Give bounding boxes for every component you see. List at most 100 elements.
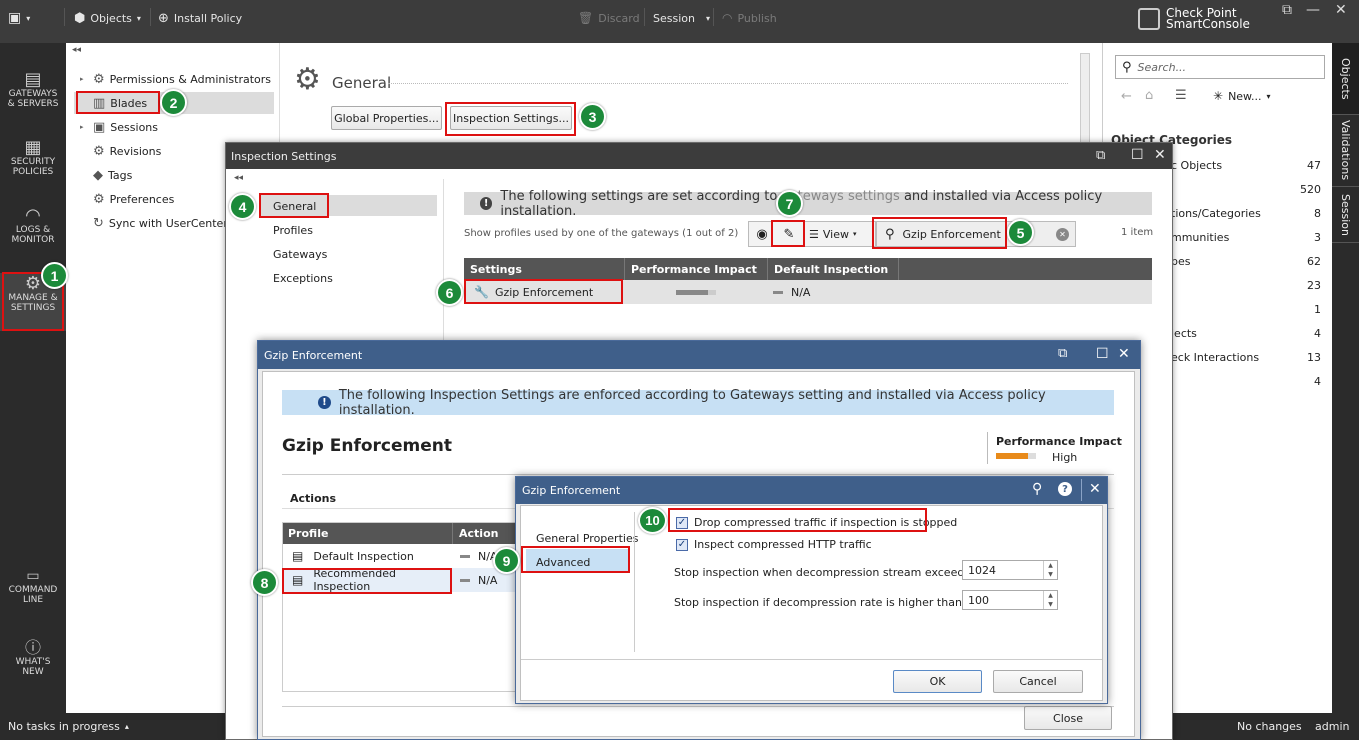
info-icon: ! [480, 197, 493, 210]
nav-profiles[interactable]: Profiles [273, 224, 313, 237]
sync-icon: ↻ [93, 215, 104, 231]
maximize-icon[interactable]: ☐ [1096, 346, 1109, 362]
restore-window-icon[interactable]: ⧉ [1282, 2, 1292, 18]
list-view-icon[interactable]: ☰ [1175, 88, 1187, 103]
category-count: 1 [1314, 303, 1321, 316]
dialog-title: Gzip Enforcement [264, 349, 363, 362]
help-icon[interactable]: ? [1058, 482, 1072, 496]
dialog-title: Gzip Enforcement [522, 484, 621, 497]
category-count: 520 [1300, 183, 1321, 196]
spin-down-icon[interactable]: ▼ [1048, 571, 1053, 578]
tab-validations[interactable]: Validations [1332, 115, 1359, 187]
highlight-gzip-row [464, 279, 623, 304]
callout-badge-3: 3 [579, 103, 606, 130]
callout-badge-2: 2 [160, 89, 187, 116]
collapse-panel-icon[interactable]: ◂◂ [72, 45, 81, 55]
nav-gateways[interactable]: Gateways [273, 248, 327, 261]
publish-icon: ◠ [722, 11, 733, 25]
stream-limit-label: Stop inspection when decompression strea… [674, 566, 1001, 579]
dialog-title-bar: Gzip Enforcement ⚲ ? ✕ [516, 477, 1107, 504]
tree-item-sessions[interactable]: ▸ ▣ Sessions [80, 117, 158, 137]
spin-up-icon[interactable]: ▲ [1048, 562, 1053, 569]
dialog-title-bar: Gzip Enforcement ⧉ ☐ ✕ [258, 341, 1140, 369]
highlight-general [259, 193, 329, 218]
stream-limit-stepper[interactable]: 1024 ▲ ▼ [962, 560, 1058, 580]
tree-item-preferences[interactable]: ⚙ Preferences [80, 189, 174, 209]
gear-icon: ⚙ [93, 71, 105, 87]
gear-large-icon: ⚙ [294, 62, 321, 97]
tasks-status[interactable]: No tasks in progress ▴ [8, 720, 129, 733]
tab-objects[interactable]: Objects [1332, 43, 1359, 115]
install-policy-button[interactable]: ⊕ Install Policy [158, 9, 242, 27]
spin-up-icon[interactable]: ▲ [1048, 592, 1053, 599]
nav-exceptions[interactable]: Exceptions [273, 272, 333, 285]
rate-limit-label: Stop inspection if decompression rate is… [674, 596, 966, 609]
tab-session[interactable]: Session [1332, 187, 1359, 243]
clear-search-icon[interactable]: ✕ [1056, 227, 1069, 241]
home-icon[interactable]: ⌂ [1145, 88, 1153, 103]
app-menu-button[interactable]: ▣ ▾ [8, 9, 30, 27]
restore-icon[interactable]: ⧉ [1058, 346, 1067, 361]
search-icon[interactable]: ⚲ [1032, 481, 1042, 497]
app-menu-icon: ▣ [8, 10, 22, 26]
nav-command-line[interactable]: ▭ COMMAND LINE [0, 569, 66, 605]
tree-item-sync-usercenter[interactable]: ↻ Sync with UserCenter [80, 213, 228, 233]
scrollbar[interactable] [1080, 53, 1090, 153]
publish-button[interactable]: ◠ Publish [722, 9, 777, 27]
nav-gateways-servers[interactable]: ▤ GATEWAYS & SERVERS [0, 71, 66, 110]
session-menu-button[interactable]: Session ▾ [653, 9, 710, 27]
nav-general-properties[interactable]: General Properties [536, 532, 638, 545]
highlight-edit [771, 220, 805, 247]
spin-down-icon[interactable]: ▼ [1048, 601, 1053, 608]
column-settings[interactable]: Settings [464, 258, 624, 280]
back-arrow-icon[interactable]: ← [1121, 89, 1132, 104]
cube-icon: ⬢ [74, 10, 86, 26]
nav-whats-new[interactable]: ⓘ WHAT'S NEW [0, 640, 66, 678]
close-app-icon[interactable]: ✕ [1335, 2, 1347, 18]
performance-bar [624, 289, 767, 295]
rate-limit-stepper[interactable]: 100 ▲ ▼ [962, 590, 1058, 610]
star-icon: ✳ [1213, 89, 1224, 103]
minimize-icon[interactable]: — [1306, 2, 1320, 18]
column-default-inspection[interactable]: Default Inspection [767, 258, 898, 280]
close-icon[interactable]: ✕ [1154, 147, 1166, 163]
close-icon[interactable]: ✕ [1089, 481, 1101, 497]
performance-meter [996, 453, 1036, 459]
new-object-button[interactable]: ✳ New... ▾ [1213, 89, 1271, 103]
search-icon: ⚲ [1122, 59, 1132, 75]
tree-item-revisions[interactable]: ⚙ Revisions [80, 141, 161, 161]
maximize-icon[interactable]: ☐ [1131, 147, 1144, 163]
top-toolbar: ▣ ▾ ⬢ Objects ▾ ⊕ Install Policy 🗑 Discard… [0, 0, 1359, 43]
close-button[interactable]: Close [1024, 706, 1112, 730]
object-search-input[interactable]: ⚲ Search... [1115, 55, 1325, 79]
dash-icon [773, 290, 783, 294]
nav-logs-monitor[interactable]: ◠ LOGS & MONITOR [0, 207, 66, 246]
collapse-panel-icon[interactable]: ◂◂ [234, 173, 243, 183]
tree-item-tags[interactable]: ◆ Tags [80, 165, 132, 185]
tree-item-permissions[interactable]: ▸ ⚙ Permissions & Administrators [80, 69, 271, 89]
ok-button[interactable]: OK [893, 670, 982, 693]
cancel-button[interactable]: Cancel [993, 670, 1083, 693]
item-count: 1 item [1121, 227, 1154, 238]
highlight-drop-compressed [668, 508, 927, 532]
close-icon[interactable]: ✕ [1118, 346, 1130, 362]
view-menu-button[interactable]: ☰ View ▾ [803, 228, 857, 241]
policy-grid-icon: ▦ [24, 137, 42, 158]
objects-menu-button[interactable]: ⬢ Objects ▾ [74, 9, 141, 27]
list-icon: ☰ [809, 227, 819, 241]
global-properties-button[interactable]: Global Properties... [331, 106, 442, 130]
highlight-blades [76, 91, 160, 114]
info-icon: ! [318, 396, 331, 409]
category-count: 4 [1314, 327, 1321, 340]
performance-impact-value: High [1052, 451, 1078, 464]
window-title-bar: Inspection Settings ⧉ ☐ ✕ [226, 143, 1172, 169]
show-profiles-text: Show profiles used by one of the gateway… [464, 228, 739, 239]
category-label: c Objects [1171, 159, 1223, 172]
category-count: 3 [1314, 231, 1321, 244]
nav-security-policies[interactable]: ▦ SECURITY POLICIES [0, 137, 66, 178]
discard-button[interactable]: 🗑 Discard [578, 9, 640, 27]
dialog-body: General Properties Advanced ✓ Drop compr… [520, 505, 1103, 701]
restore-icon[interactable]: ⧉ [1096, 148, 1105, 163]
column-performance-impact[interactable]: Performance Impact [624, 258, 767, 280]
inspect-http-checkbox[interactable]: ✓ Inspect compressed HTTP traffic [676, 538, 872, 551]
